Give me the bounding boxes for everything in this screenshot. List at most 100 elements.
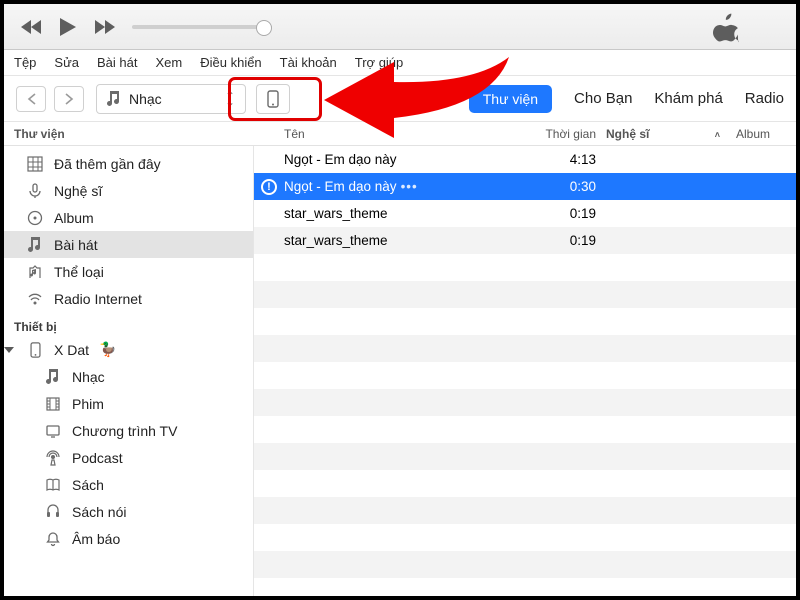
sidebar-item-label: Album [54, 210, 94, 226]
sidebar-item[interactable]: Phim [4, 390, 253, 417]
col-artist[interactable]: Nghệ sĩ˄ [606, 127, 736, 141]
sidebar-item-label: Sách [72, 477, 104, 493]
track-time: 0:19 [522, 206, 606, 221]
tab-library[interactable]: Thư viện [469, 85, 552, 113]
sidebar-header: Thư viện [4, 127, 254, 141]
table-row [254, 470, 796, 497]
table-row[interactable]: star_wars_theme0:19 [254, 200, 796, 227]
table-row [254, 389, 796, 416]
music-note-icon [107, 91, 121, 107]
sidebar-item-device[interactable]: X Dat 🦆 [4, 336, 253, 363]
sidebar-item[interactable]: Thể loại [4, 258, 253, 285]
sidebar-item-label: Chương trình TV [72, 423, 177, 439]
duck-emoji-icon: 🦆 [99, 341, 116, 358]
sidebar-item-label: Thể loại [54, 264, 104, 280]
table-row[interactable]: ! Ngọt - Em dạo này•••0:30 [254, 173, 796, 200]
volume-slider[interactable] [132, 25, 272, 29]
table-row[interactable]: star_wars_theme0:19 [254, 227, 796, 254]
table-row [254, 443, 796, 470]
sidebar-item[interactable]: Âm báo [4, 525, 253, 552]
sidebar-item[interactable]: Đã thêm gần đây [4, 150, 253, 177]
disc-icon [26, 209, 44, 227]
film-icon [44, 395, 62, 413]
back-button[interactable] [16, 86, 46, 112]
table-row[interactable]: Ngọt - Em dạo này4:13 [254, 146, 796, 173]
table-row [254, 497, 796, 524]
sidebar-item-label: Âm báo [72, 531, 120, 547]
track-name: Ngọt - Em dạo này [284, 152, 522, 167]
table-row [254, 524, 796, 551]
note-icon [26, 236, 44, 254]
track-name: Ngọt - Em dạo này••• [284, 179, 522, 194]
menu-item[interactable]: Xem [156, 55, 183, 70]
note-icon [44, 368, 62, 386]
menu-item[interactable]: Tài khoản [280, 55, 337, 70]
menu-bar: Tệp Sửa Bài hát Xem Điều khiển Tài khoản… [4, 50, 796, 76]
table-row [254, 335, 796, 362]
sidebar-item[interactable]: Radio Internet [4, 285, 253, 312]
section-devices: Thiết bị [4, 316, 253, 336]
sidebar-item-label: Sách nói [72, 504, 126, 520]
sidebar-item[interactable]: Chương trình TV [4, 417, 253, 444]
disclosure-triangle-icon[interactable] [4, 347, 14, 353]
table-row [254, 281, 796, 308]
bell-icon [44, 530, 62, 548]
track-time: 0:30 [522, 179, 606, 194]
radio-icon [26, 290, 44, 308]
genre-icon [26, 263, 44, 281]
col-name[interactable]: Tên [254, 127, 522, 141]
audiobook-icon [44, 503, 62, 521]
sidebar-item-label: Radio Internet [54, 291, 142, 307]
sidebar-item[interactable]: Sách nói [4, 498, 253, 525]
status-badge-icon: ! [261, 179, 277, 195]
forward-button[interactable] [54, 86, 84, 112]
tab-radio[interactable]: Radio [745, 90, 784, 107]
device-button[interactable] [256, 84, 290, 114]
sidebar-item-label: Phim [72, 396, 104, 412]
sidebar-item-label: Podcast [72, 450, 123, 466]
nav-tabs: Thư viện Cho Bạn Khám phá Radio [469, 85, 784, 113]
tab-browse[interactable]: Khám phá [654, 90, 722, 107]
col-album[interactable]: Album [736, 127, 796, 141]
track-name: star_wars_theme [284, 206, 522, 221]
column-header-row: Thư viện Tên Thời gian Nghệ sĩ˄ Album [4, 122, 796, 146]
table-row [254, 308, 796, 335]
next-button[interactable] [90, 13, 118, 41]
tab-for-you[interactable]: Cho Bạn [574, 90, 632, 107]
sidebar: Đã thêm gần đây Nghệ sĩ Album Bài hát Thể lo… [4, 146, 254, 596]
sidebar-item[interactable]: Album [4, 204, 253, 231]
track-name: star_wars_theme [284, 233, 522, 248]
menu-item[interactable]: Sửa [54, 55, 79, 70]
mic-icon [26, 182, 44, 200]
sidebar-item[interactable]: Podcast [4, 444, 253, 471]
col-time[interactable]: Thời gian [522, 127, 606, 141]
sort-caret-icon: ˄ [715, 130, 720, 140]
prev-button[interactable] [18, 13, 46, 41]
media-picker[interactable]: Nhạc ⌃⌄ [96, 84, 246, 114]
chevron-updown-icon: ⌃⌄ [225, 93, 235, 105]
sidebar-item[interactable]: Nhạc [4, 363, 253, 390]
sidebar-item-label: Đã thêm gần đây [54, 156, 161, 172]
menu-item[interactable]: Tệp [14, 55, 36, 70]
sidebar-item[interactable]: Sách [4, 471, 253, 498]
book-icon [44, 476, 62, 494]
menu-item[interactable]: Trợ giúp [355, 55, 404, 70]
apple-logo-icon [713, 11, 741, 43]
sidebar-item-label: Nghệ sĩ [54, 183, 102, 199]
sidebar-item[interactable]: Bài hát [4, 231, 253, 258]
toolbar: Nhạc ⌃⌄ Thư viện Cho Bạn Khám phá Radio [4, 76, 796, 122]
table-row [254, 416, 796, 443]
media-picker-label: Nhạc [129, 91, 217, 107]
podcast-icon [44, 449, 62, 467]
table-row [254, 254, 796, 281]
sidebar-item-label: Nhạc [72, 369, 105, 385]
track-time: 0:19 [522, 233, 606, 248]
sidebar-item-label: Bài hát [54, 237, 98, 253]
track-table: Ngọt - Em dạo này4:13!Ngọt - Em dạo này•… [254, 146, 796, 596]
menu-item[interactable]: Điều khiển [200, 55, 261, 70]
menu-item[interactable]: Bài hát [97, 55, 137, 70]
more-icon[interactable]: ••• [401, 179, 418, 194]
sidebar-item[interactable]: Nghệ sĩ [4, 177, 253, 204]
play-button[interactable] [54, 13, 82, 41]
track-time: 4:13 [522, 152, 606, 167]
